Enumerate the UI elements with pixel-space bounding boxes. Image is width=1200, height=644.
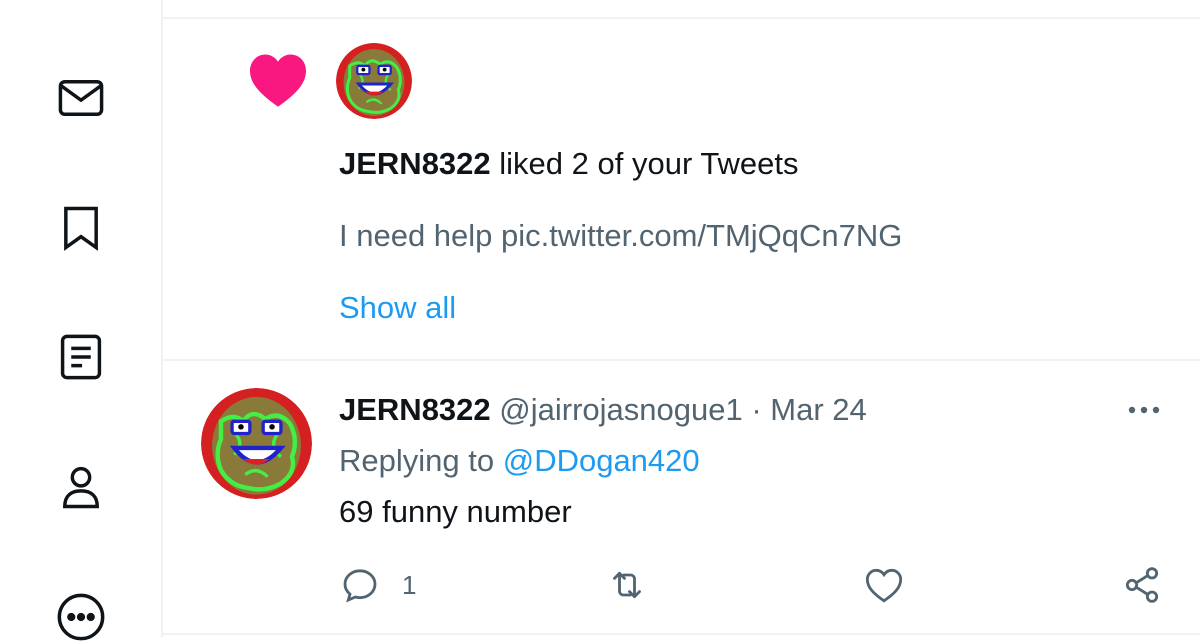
replying-to: Replying to @DDogan420: [339, 443, 700, 479]
show-all-link[interactable]: Show all: [339, 290, 456, 326]
person-icon: [63, 466, 99, 509]
display-name[interactable]: JERN8322: [339, 392, 491, 427]
heart-icon: [250, 54, 306, 107]
more-circle-icon: [57, 593, 105, 641]
share-button[interactable]: [1122, 563, 1162, 607]
sidebar-item-profile[interactable]: [54, 460, 108, 514]
more-options-button[interactable]: [1122, 395, 1166, 425]
reply-button[interactable]: 1: [340, 563, 416, 607]
tweet-header: JERN8322 @jairrojasnogue1 · Mar 24: [339, 392, 867, 428]
avatar-image: [201, 388, 312, 499]
sidebar: [0, 0, 163, 641]
user-handle[interactable]: @jairrojasnogue1: [491, 392, 742, 427]
avatar[interactable]: [201, 388, 312, 499]
tweet-text: 69 funny number: [339, 494, 572, 529]
retweet-icon: [613, 571, 641, 599]
envelope-icon: [58, 80, 104, 116]
notification-user[interactable]: JERN8322: [339, 146, 491, 181]
sidebar-item-more[interactable]: [54, 590, 108, 644]
sidebar-item-bookmarks[interactable]: [54, 201, 108, 255]
divider: [163, 633, 1200, 635]
bookmark-icon: [64, 206, 98, 251]
sidebar-item-lists[interactable]: [54, 330, 108, 384]
like-button[interactable]: [864, 563, 904, 607]
separator-dot: ·: [742, 392, 771, 427]
like-icon: [865, 568, 903, 603]
more-horizontal-icon: [1128, 406, 1160, 414]
replying-prefix: Replying to: [339, 443, 503, 478]
avatar-image: [336, 43, 412, 119]
notification-text: JERN8322 liked 2 of your Tweets: [339, 146, 799, 182]
avatar[interactable]: [336, 43, 412, 119]
tweet-preview[interactable]: I need help pic.twitter.com/TMjQqCn7NG: [339, 218, 902, 254]
tweet-date[interactable]: Mar 24: [770, 392, 866, 427]
replying-to-handle[interactable]: @DDogan420: [503, 443, 700, 478]
share-icon: [1125, 567, 1159, 603]
divider: [163, 17, 1200, 19]
notification-action: liked 2 of your Tweets: [490, 146, 799, 181]
list-document-icon: [60, 334, 102, 380]
retweet-button[interactable]: [607, 563, 647, 607]
divider: [163, 359, 1200, 361]
reply-count: 1: [402, 569, 417, 600]
reply-icon: [343, 569, 377, 603]
sidebar-item-messages[interactable]: [54, 71, 108, 125]
